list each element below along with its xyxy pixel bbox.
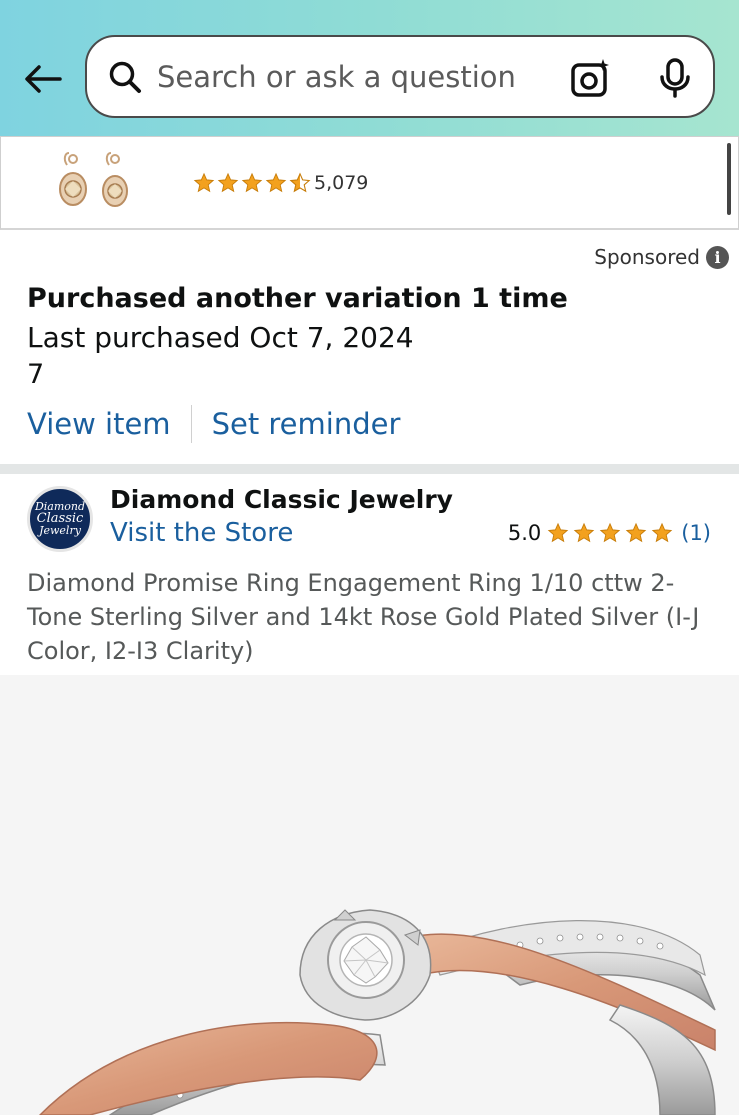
star-full-icon (193, 172, 215, 193)
search-input[interactable] (157, 55, 557, 99)
section-divider (0, 464, 739, 474)
purchase-quantity: 7 (27, 359, 45, 390)
rating-value: 5.0 (507, 521, 542, 545)
sponsored-text: Sponsored (594, 245, 700, 269)
star-full-icon (217, 172, 239, 193)
store-logo[interactable]: Diamond Classic Jewelry (27, 486, 93, 552)
product-title: Diamond Promise Ring Engagement Ring 1/1… (27, 569, 700, 665)
star-full-icon (547, 522, 569, 543)
sponsored-ad-banner[interactable]: 5,079 (0, 136, 739, 230)
info-icon[interactable]: i (706, 245, 729, 269)
camera-search-icon[interactable] (569, 57, 613, 99)
microphone-icon[interactable] (655, 57, 695, 99)
view-item-link[interactable]: View item (27, 407, 171, 441)
store-logo-line: Jewelry (39, 524, 81, 537)
earrings-product-image (59, 152, 128, 207)
sponsored-label[interactable]: Sponsored i (594, 245, 729, 269)
product-image[interactable] (0, 675, 739, 1115)
ad-scrollbar[interactable] (727, 143, 731, 215)
search-icon (109, 61, 141, 93)
store-name: Diamond Classic Jewelry (110, 485, 453, 514)
top-header (0, 0, 739, 136)
product-rating[interactable]: 5.0 (1) (508, 521, 711, 545)
last-purchased-date: Last purchased Oct 7, 2024 (27, 321, 414, 354)
back-button[interactable] (22, 58, 64, 100)
ad-star-rating (193, 171, 311, 195)
purchase-history-title: Purchased another variation 1 time (27, 283, 568, 314)
set-reminder-link[interactable]: Set reminder (212, 407, 401, 441)
star-full-icon (625, 522, 647, 543)
rating-count-link[interactable]: (1) (681, 521, 711, 545)
back-arrow-icon (25, 65, 62, 93)
star-full-icon (651, 522, 673, 543)
star-half-icon (289, 172, 311, 193)
ring-image (38, 909, 716, 1115)
star-full-icon (241, 172, 263, 193)
star-full-icon (573, 522, 595, 543)
purchase-actions: View item Set reminder (27, 404, 400, 444)
ad-rating-count: 5,079 (314, 172, 369, 194)
star-full-icon (265, 172, 287, 193)
link-divider (190, 405, 192, 443)
star-full-icon (599, 522, 621, 543)
visit-store-link[interactable]: Visit the Store (110, 518, 293, 548)
search-box[interactable] (85, 35, 715, 118)
